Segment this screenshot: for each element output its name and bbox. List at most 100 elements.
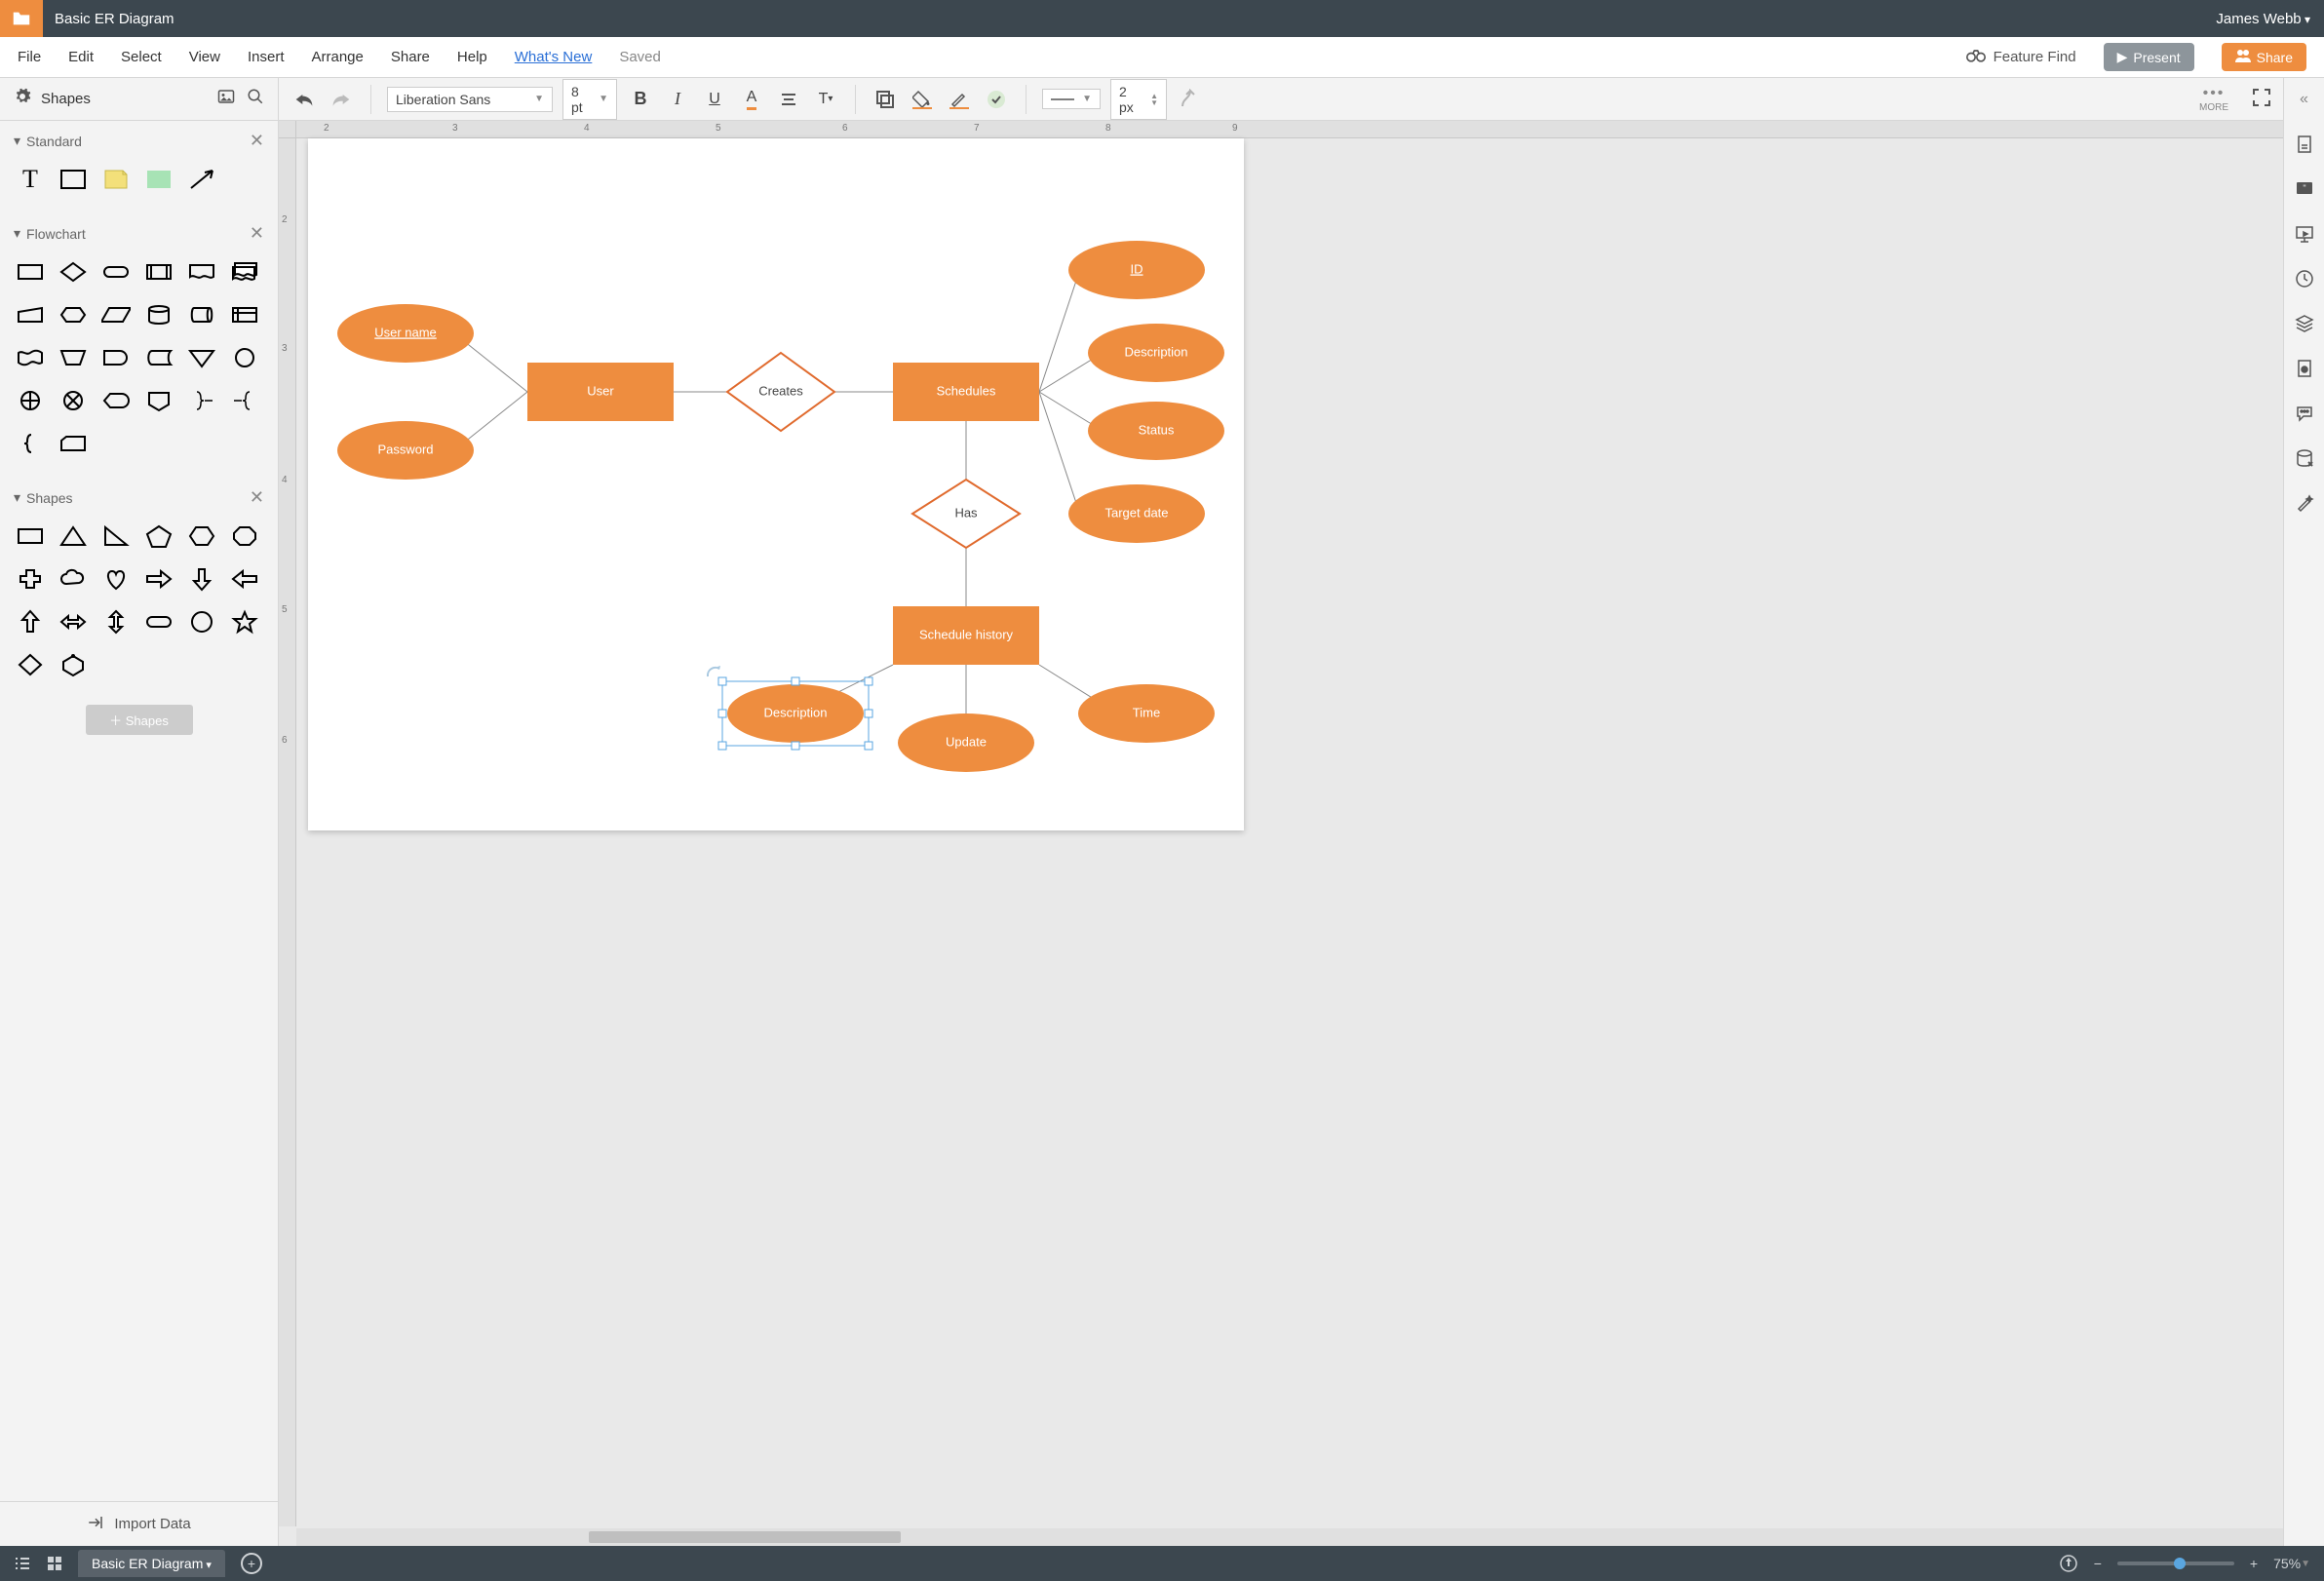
fc-offpage[interactable] (142, 384, 175, 417)
line-routing-button[interactable] (1177, 86, 1204, 113)
data-icon[interactable] (2293, 446, 2316, 470)
fullscreen-button[interactable] (2252, 88, 2271, 110)
folder-icon[interactable] (0, 0, 43, 37)
feature-find[interactable]: Feature Find (1966, 48, 2076, 67)
menu-view[interactable]: View (189, 49, 220, 65)
bold-button[interactable]: B (627, 86, 654, 113)
redo-button[interactable] (328, 86, 355, 113)
menu-edit[interactable]: Edit (68, 49, 94, 65)
sh-arrow-down[interactable] (185, 562, 218, 596)
section-flowchart-header[interactable]: ▾ Flowchart ✕ (0, 213, 278, 248)
fc-papertape[interactable] (14, 341, 47, 374)
fc-document[interactable] (185, 255, 218, 289)
text-style-button[interactable]: T▾ (812, 86, 839, 113)
master-pages-icon[interactable] (2293, 357, 2316, 380)
import-data-button[interactable]: Import Data (0, 1501, 278, 1546)
menu-help[interactable]: Help (457, 49, 487, 65)
line-style-dropdown[interactable]: ▼ (1042, 89, 1101, 109)
sh-pentagon[interactable] (142, 520, 175, 553)
image-icon[interactable] (217, 88, 235, 110)
italic-button[interactable]: I (664, 86, 691, 113)
shape-style-button[interactable] (872, 86, 899, 113)
fc-or[interactable] (14, 384, 47, 417)
fc-multidoc[interactable] (228, 255, 261, 289)
menu-whats-new[interactable]: What's New (515, 49, 593, 65)
comments-icon[interactable]: " (2293, 177, 2316, 201)
align-button[interactable] (775, 86, 802, 113)
sh-circle[interactable] (185, 605, 218, 638)
fc-bracket-right[interactable] (185, 384, 218, 417)
present-button[interactable]: ▶ Present (2104, 43, 2194, 71)
sh-hexagon[interactable] (185, 520, 218, 553)
sh-polygon[interactable] (57, 648, 90, 681)
fc-manualoperation[interactable] (57, 341, 90, 374)
fc-delay[interactable] (99, 341, 133, 374)
document-title[interactable]: Basic ER Diagram (43, 11, 2216, 27)
sh-rect[interactable] (14, 520, 47, 553)
note-shape[interactable] (99, 163, 133, 196)
more-button[interactable]: ••• MORE (2199, 85, 2228, 113)
close-icon[interactable]: ✕ (250, 223, 264, 244)
outline-view-icon[interactable] (14, 1556, 31, 1571)
rect-shape[interactable] (57, 163, 90, 196)
text-shape[interactable]: T (14, 163, 47, 196)
menu-insert[interactable]: Insert (248, 49, 285, 65)
horizontal-scrollbar[interactable] (296, 1528, 2283, 1546)
collapse-rail-button[interactable]: « (2293, 88, 2316, 111)
menu-select[interactable]: Select (121, 49, 162, 65)
gear-icon[interactable] (14, 88, 31, 110)
sh-arrow-right[interactable] (142, 562, 175, 596)
fc-data[interactable] (99, 298, 133, 331)
fc-connector[interactable] (228, 341, 261, 374)
fc-preparation[interactable] (57, 298, 90, 331)
section-standard-header[interactable]: ▾ Standard ✕ (0, 121, 278, 155)
fc-decision[interactable] (57, 255, 90, 289)
fc-summing[interactable] (57, 384, 90, 417)
close-icon[interactable]: ✕ (250, 131, 264, 151)
fc-predefined[interactable] (142, 255, 175, 289)
font-dropdown[interactable]: Liberation Sans ▼ (387, 87, 553, 112)
sh-arrow-up[interactable] (14, 605, 47, 638)
text-color-button[interactable]: A (738, 86, 765, 113)
canvas[interactable]: 2 3 4 5 6 7 8 9 2 3 4 5 6 (279, 121, 2283, 1546)
style-preset-button[interactable] (983, 86, 1010, 113)
font-size-dropdown[interactable]: 8 pt ▼ (562, 79, 617, 120)
fc-display[interactable] (99, 384, 133, 417)
undo-button[interactable] (290, 86, 318, 113)
page-tab[interactable]: Basic ER Diagram (78, 1550, 225, 1577)
zoom-in-button[interactable]: + (2250, 1556, 2258, 1571)
zoom-slider[interactable] (2117, 1562, 2234, 1565)
border-color-button[interactable] (946, 86, 973, 113)
presentation-icon[interactable] (2293, 222, 2316, 246)
fc-storeddata[interactable] (142, 341, 175, 374)
layers-icon[interactable] (2293, 312, 2316, 335)
fc-process[interactable] (14, 255, 47, 289)
menu-share[interactable]: Share (391, 49, 430, 65)
search-icon[interactable] (247, 88, 264, 110)
fc-bracket-left[interactable] (228, 384, 261, 417)
fill-button[interactable] (909, 86, 936, 113)
block-shape[interactable] (142, 163, 175, 196)
zoom-level[interactable]: 75% ▼ (2273, 1556, 2310, 1571)
sh-diamond[interactable] (14, 648, 47, 681)
sh-heart[interactable] (99, 562, 133, 596)
user-menu[interactable]: James Webb (2216, 11, 2324, 27)
menu-file[interactable]: File (18, 49, 41, 65)
add-page-button[interactable]: + (241, 1553, 262, 1574)
history-icon[interactable] (2293, 267, 2316, 290)
sh-right-triangle[interactable] (99, 520, 133, 553)
sh-cross[interactable] (14, 562, 47, 596)
fc-directdata[interactable] (185, 298, 218, 331)
fc-terminator[interactable] (99, 255, 133, 289)
fc-internalstorage[interactable] (228, 298, 261, 331)
share-button[interactable]: Share (2222, 43, 2306, 71)
close-icon[interactable]: ✕ (250, 487, 264, 508)
underline-button[interactable]: U (701, 86, 728, 113)
fc-manualinput[interactable] (14, 298, 47, 331)
grid-view-icon[interactable] (47, 1556, 62, 1571)
fc-card[interactable] (57, 427, 90, 460)
page-settings-icon[interactable] (2293, 133, 2316, 156)
line-width-dropdown[interactable]: 2 px ▲▼ (1110, 79, 1167, 120)
sh-arrow-left[interactable] (228, 562, 261, 596)
sh-rounded[interactable] (142, 605, 175, 638)
